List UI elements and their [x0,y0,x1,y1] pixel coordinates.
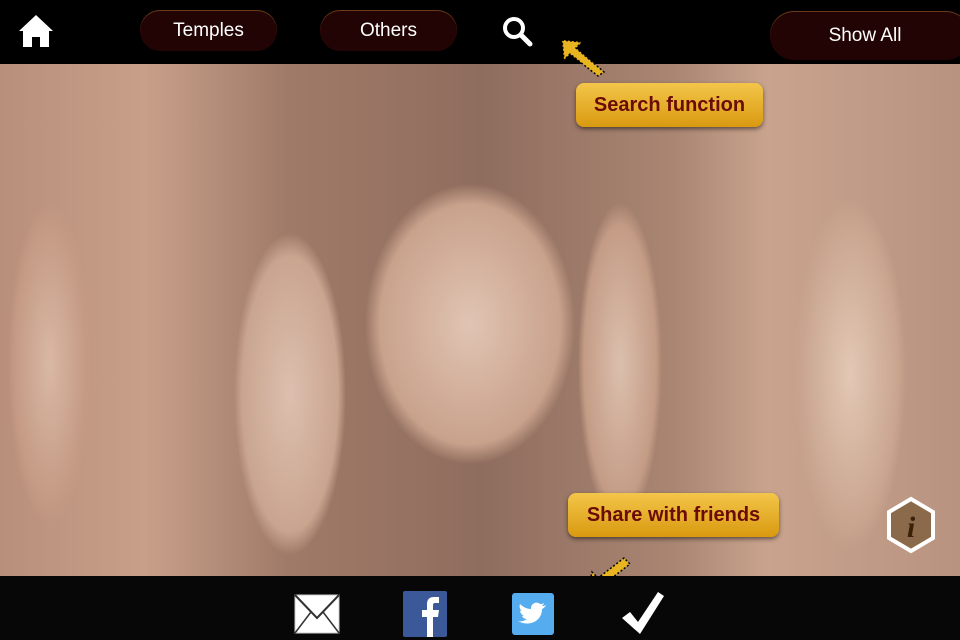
top-bar: Temples Others Show All [0,0,960,64]
home-icon[interactable] [17,12,55,50]
share-bar [0,576,960,640]
show-all-button[interactable]: Show All [770,12,960,60]
info-icon[interactable]: i [886,496,936,554]
arrow-up-left-icon [561,39,606,77]
search-function-tooltip: Search function [576,83,763,127]
search-icon[interactable] [500,14,534,48]
mail-icon[interactable] [294,594,340,634]
tab-temples[interactable]: Temples [140,11,277,51]
temple-photo [0,64,960,576]
twitter-icon[interactable] [512,593,554,635]
svg-text:i: i [907,511,916,544]
facebook-icon[interactable] [403,591,447,637]
checkmark-icon[interactable] [620,590,666,636]
tab-others[interactable]: Others [320,11,457,51]
share-with-friends-tooltip: Share with friends [568,493,779,537]
